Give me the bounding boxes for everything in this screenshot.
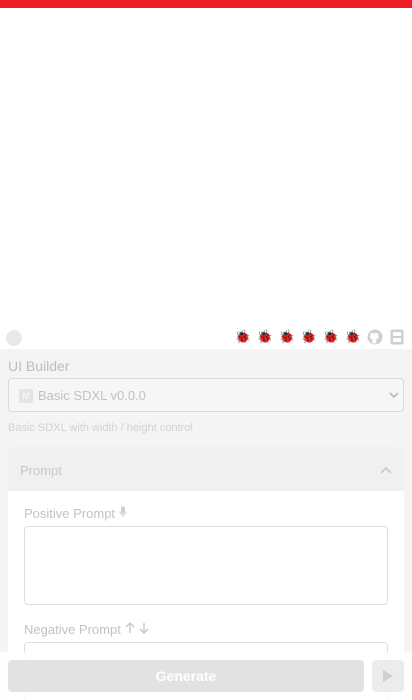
badge-icon[interactable]: [388, 328, 406, 346]
workflow-select[interactable]: M Basic SDXL v0.0.0: [8, 378, 404, 412]
bug-icon[interactable]: 🐞: [300, 328, 318, 346]
arrow-up-icon[interactable]: [125, 622, 135, 637]
workflow-select-value: Basic SDXL v0.0.0: [38, 388, 146, 403]
workflow-icon: M: [19, 389, 33, 403]
negative-prompt-label-row: Negative Prompt: [24, 622, 149, 637]
microphone-icon[interactable]: [119, 506, 127, 521]
bug-icon[interactable]: 🐞: [278, 328, 296, 346]
github-icon[interactable]: [366, 328, 384, 346]
prompt-panel-header[interactable]: Prompt: [8, 447, 404, 491]
positive-prompt-label-row: Positive Prompt: [24, 506, 127, 521]
toolbar: 🐞 🐞 🐞 🐞 🐞 🐞: [0, 326, 412, 348]
bug-icon[interactable]: 🐞: [344, 328, 362, 346]
top-accent-bar: [0, 0, 412, 8]
positive-prompt-label: Positive Prompt: [24, 506, 116, 521]
ui-builder-section: UI Builder M Basic SDXL v0.0.0 Basic SDX…: [0, 349, 412, 700]
chevron-down-icon: [389, 388, 399, 402]
prompt-panel-title: Prompt: [20, 463, 62, 478]
bug-icon[interactable]: 🐞: [256, 328, 274, 346]
arrow-down-icon[interactable]: [139, 622, 149, 637]
status-dot[interactable]: [6, 330, 22, 346]
ui-builder-label: UI Builder: [8, 358, 70, 374]
toolbar-icons: 🐞 🐞 🐞 🐞 🐞 🐞: [234, 328, 406, 346]
generate-button[interactable]: Generate: [8, 660, 364, 692]
workflow-description: Basic SDXL with width / height control: [8, 422, 193, 434]
positive-prompt-input[interactable]: [24, 526, 388, 605]
chevron-up-icon[interactable]: [380, 463, 392, 481]
play-button[interactable]: [372, 660, 404, 692]
action-bar: Generate: [0, 652, 412, 700]
bug-icon[interactable]: 🐞: [234, 328, 252, 346]
negative-prompt-label: Negative Prompt: [24, 622, 121, 637]
image-canvas[interactable]: [0, 8, 412, 328]
bug-icon[interactable]: 🐞: [322, 328, 340, 346]
play-icon: [383, 670, 393, 682]
